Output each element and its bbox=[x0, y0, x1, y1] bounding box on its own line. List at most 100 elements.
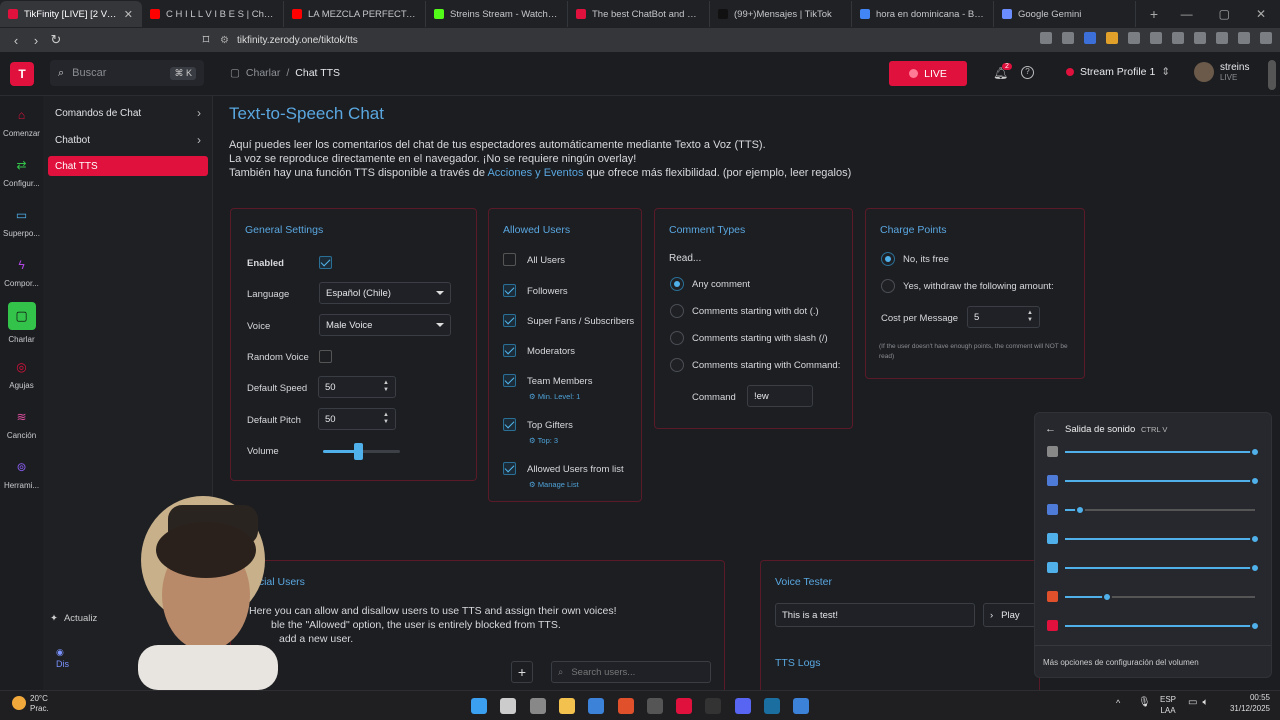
search-input[interactable]: ⌕ Buscar ⌘ K bbox=[50, 60, 204, 86]
enabled-checkbox[interactable] bbox=[319, 256, 332, 269]
browser-tab[interactable]: The best ChatBot and Widgets bbox=[568, 1, 710, 27]
minimize-icon[interactable]: — bbox=[1181, 7, 1193, 21]
more-volume-settings-link[interactable]: Más opciones de configuración del volume… bbox=[1043, 658, 1199, 667]
forward-icon[interactable]: › bbox=[26, 33, 46, 48]
allowed-checkbox[interactable] bbox=[503, 284, 516, 297]
comment-type-radio[interactable] bbox=[670, 277, 684, 291]
help-icon[interactable]: ? bbox=[1021, 66, 1034, 79]
rail-item[interactable]: ◎ Agujas bbox=[0, 358, 43, 390]
clock[interactable]: 00:55 31/12/2025 bbox=[1230, 692, 1270, 714]
search-users-input[interactable]: ⌕ Search users... bbox=[551, 661, 711, 683]
steam-icon[interactable] bbox=[764, 698, 780, 714]
actions-events-link[interactable]: Acciones y Eventos bbox=[487, 167, 583, 179]
volume-handle[interactable] bbox=[1250, 534, 1260, 544]
browser-tab[interactable]: Google Gemini bbox=[994, 1, 1136, 27]
check-icon[interactable] bbox=[1047, 533, 1058, 544]
weather-widget[interactable]: 20°C Prac. bbox=[12, 694, 49, 714]
rail-item[interactable]: ⌂ Comenzar bbox=[0, 106, 43, 138]
allowed-checkbox[interactable] bbox=[503, 462, 516, 475]
volume-handle[interactable] bbox=[1250, 621, 1260, 631]
windows-start-icon[interactable] bbox=[471, 698, 487, 714]
browser-tab[interactable]: hora en dominicana - Buscar c bbox=[852, 1, 994, 27]
volume-handle[interactable] bbox=[353, 443, 363, 460]
volume-handle[interactable] bbox=[1250, 476, 1260, 486]
rail-item[interactable]: ⇄ Configur... bbox=[0, 156, 43, 188]
language-select[interactable]: Español (Chile) bbox=[319, 282, 451, 304]
close-window-icon[interactable]: ✕ bbox=[1256, 7, 1266, 21]
rail-item[interactable]: ▢ Charlar bbox=[0, 302, 43, 344]
task-view-icon[interactable] bbox=[529, 698, 546, 714]
pitch-stepper[interactable]: 50 ▲ ▼ bbox=[318, 408, 396, 430]
tikfinity-logo[interactable]: T bbox=[10, 62, 34, 86]
cost-stepper[interactable]: 5 ▲ ▼ bbox=[967, 306, 1040, 328]
extension-icon[interactable] bbox=[1260, 32, 1272, 44]
extension-icon[interactable] bbox=[1194, 32, 1206, 44]
rail-item[interactable]: ⊚ Herrami... bbox=[0, 458, 43, 490]
url-field[interactable]: ⚙ tikfinity.zerody.one/tiktok/tts bbox=[220, 31, 945, 49]
speed-stepper[interactable]: 50 ▲ ▼ bbox=[318, 376, 396, 398]
allowed-checkbox[interactable] bbox=[503, 253, 516, 266]
browser-tab[interactable]: TikFinity [LIVE] [2 Viewers] ✕ bbox=[0, 1, 142, 27]
rail-item[interactable]: ▭ Superpo... bbox=[0, 206, 43, 238]
scrollbar[interactable] bbox=[1268, 60, 1276, 90]
browser-tab[interactable]: LA MEZCLA PERFECTA VOL bbox=[284, 1, 426, 27]
check-icon[interactable] bbox=[1047, 562, 1058, 573]
stream-profile-selector[interactable]: Stream Profile 1 ⇕ bbox=[1066, 66, 1170, 78]
volume-handle[interactable] bbox=[1101, 592, 1112, 602]
maximize-icon[interactable]: ▢ bbox=[1219, 7, 1230, 21]
allowed-checkbox[interactable] bbox=[503, 418, 516, 431]
app-icon[interactable] bbox=[1047, 504, 1058, 515]
allowed-sub-setting[interactable]: ⚙ Min. Level: 1 bbox=[529, 392, 580, 401]
extension-icon[interactable] bbox=[1106, 32, 1118, 44]
stepper-arrows-icon[interactable]: ▲ ▼ bbox=[383, 380, 389, 394]
volume-track[interactable] bbox=[1065, 509, 1255, 511]
allowed-checkbox[interactable] bbox=[503, 314, 516, 327]
tiktok-icon[interactable] bbox=[676, 698, 693, 714]
browser-tab[interactable]: C H I L L V I B E S | Chill & aest bbox=[142, 1, 284, 27]
browser-tab[interactable]: (99+)Mensajes | TikTok bbox=[710, 1, 852, 27]
extension-icon[interactable] bbox=[1062, 32, 1074, 44]
discord-icon[interactable] bbox=[734, 698, 751, 714]
comment-type-radio[interactable] bbox=[670, 304, 684, 318]
comment-type-radio[interactable] bbox=[670, 331, 684, 345]
extension-icon[interactable] bbox=[1040, 32, 1052, 44]
tray-chevron-icon[interactable]: ^ bbox=[1116, 698, 1120, 708]
update-button[interactable]: ✦ Actualiz bbox=[50, 613, 97, 624]
search-icon[interactable] bbox=[500, 698, 517, 714]
reload-icon[interactable]: ↻ bbox=[46, 32, 66, 48]
back-icon[interactable]: ‹ bbox=[6, 33, 26, 48]
breadcrumb-parent[interactable]: Charlar bbox=[246, 67, 280, 79]
tikfinity-icon[interactable] bbox=[793, 698, 810, 714]
capcut-icon[interactable] bbox=[705, 698, 722, 714]
brave-icon[interactable] bbox=[617, 698, 634, 714]
allowed-sub-setting[interactable]: ⚙ Manage List bbox=[529, 480, 579, 489]
volume-slider[interactable] bbox=[323, 443, 400, 460]
extension-icon[interactable] bbox=[1150, 32, 1162, 44]
allowed-sub-setting[interactable]: ⚙ Top: 3 bbox=[529, 436, 558, 445]
new-tab-icon[interactable]: + bbox=[1144, 6, 1164, 22]
site-info-icon[interactable]: ⚙ bbox=[220, 35, 229, 46]
stepper-arrows-icon[interactable]: ▲ ▼ bbox=[1027, 310, 1033, 324]
brave-icon[interactable] bbox=[1047, 591, 1058, 602]
allowed-checkbox[interactable] bbox=[503, 344, 516, 357]
extension-icon[interactable] bbox=[1084, 32, 1096, 44]
extension-icon[interactable] bbox=[1128, 32, 1140, 44]
bookmark-icon[interactable]: ⌑ bbox=[196, 32, 216, 48]
subnav-item[interactable]: Chatbot › bbox=[48, 130, 208, 150]
voice-select[interactable]: Male Voice bbox=[319, 314, 451, 336]
command-input[interactable]: !ew bbox=[747, 385, 813, 407]
obs-icon[interactable] bbox=[646, 698, 663, 714]
file-explorer-icon[interactable] bbox=[558, 698, 575, 714]
extension-icon[interactable] bbox=[1238, 32, 1250, 44]
subnav-item[interactable]: Comandos de Chat › bbox=[48, 103, 208, 123]
system-sounds-icon[interactable] bbox=[1047, 446, 1058, 457]
rail-item[interactable]: ≋ Canción bbox=[0, 408, 43, 440]
charge-radio[interactable] bbox=[881, 252, 895, 266]
rail-item[interactable]: ϟ Compor... bbox=[0, 256, 43, 288]
charge-radio[interactable] bbox=[881, 279, 895, 293]
comment-type-radio[interactable] bbox=[670, 358, 684, 372]
stepper-arrows-icon[interactable]: ▲ ▼ bbox=[383, 412, 389, 426]
tiktok-icon[interactable] bbox=[1047, 620, 1058, 631]
allowed-checkbox[interactable] bbox=[503, 374, 516, 387]
subnav-item[interactable]: Chat TTS bbox=[48, 156, 208, 176]
